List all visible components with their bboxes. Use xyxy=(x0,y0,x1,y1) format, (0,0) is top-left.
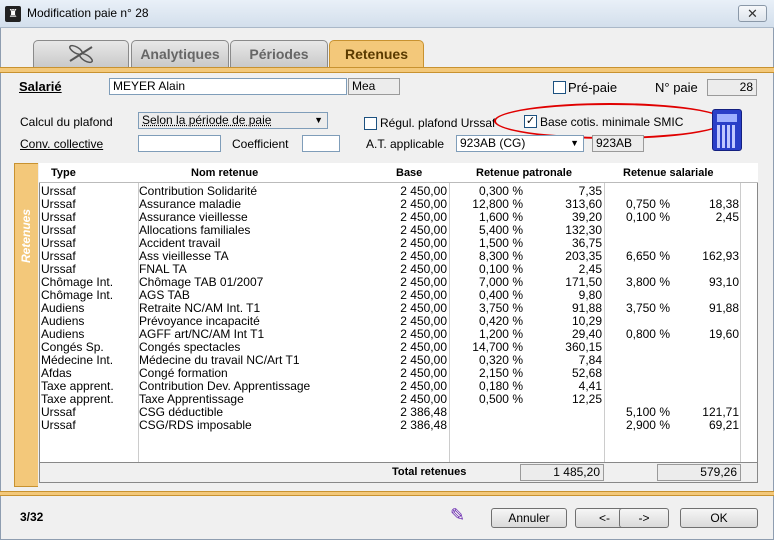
cell-amt1: 12,25 xyxy=(571,392,602,406)
salarie-name-field[interactable]: MEYER Alain xyxy=(109,78,347,95)
salarie-abbr-field: Mea xyxy=(348,78,400,95)
cancel-button[interactable]: Annuler xyxy=(491,508,567,528)
cell-nom: CSG/RDS imposable xyxy=(139,418,252,432)
at-value: 923AB (CG) xyxy=(460,136,526,150)
cell-amt2: 69,21 xyxy=(708,418,739,432)
cell-pct2: 0,100 % xyxy=(625,210,670,224)
header-salariale[interactable]: Retenue salariale xyxy=(623,167,714,179)
tab-main[interactable] xyxy=(33,40,129,67)
total-salariale: 579,26 xyxy=(657,464,741,481)
regul-checkbox[interactable] xyxy=(364,117,377,130)
tab-underline xyxy=(0,67,774,73)
table-row[interactable]: Urssaf CSG/RDS imposable 2 386,48 2,900 % 69… xyxy=(40,419,757,432)
cell-amt2: 162,93 xyxy=(702,249,739,263)
prepaie-checkbox[interactable] xyxy=(553,81,566,94)
cell-amt2: 93,10 xyxy=(708,275,739,289)
at-code-field: 923AB xyxy=(592,135,644,152)
coefficient-field[interactable] xyxy=(302,135,340,152)
cell-pct1: 0,500 % xyxy=(478,392,523,406)
cell-pct2: 3,800 % xyxy=(625,275,670,289)
calculator-icon[interactable] xyxy=(712,109,742,151)
npaie-field: 28 xyxy=(707,79,757,96)
chevron-down-icon: ▼ xyxy=(314,115,323,125)
cell-amt2: 19,60 xyxy=(708,327,739,341)
regul-label: Régul. plafond Urssaf xyxy=(380,116,496,130)
header-type[interactable]: Type xyxy=(51,167,76,179)
conv-collective-field[interactable] xyxy=(138,135,221,152)
plafond-value: Selon la période de paie xyxy=(142,113,272,127)
window-title: Modification paie n° 28 xyxy=(27,6,149,20)
close-button[interactable]: ✕ xyxy=(738,5,767,22)
cell-type: Urssaf xyxy=(41,418,76,432)
at-select[interactable]: 923AB (CG) ▼ xyxy=(456,135,584,152)
tab-periodes[interactable]: Périodes xyxy=(230,40,328,67)
next-button[interactable]: -> xyxy=(619,508,669,528)
cell-amt2: 91,88 xyxy=(708,301,739,315)
header-patronale[interactable]: Retenue patronale xyxy=(476,167,572,179)
tab-analytiques[interactable]: Analytiques xyxy=(131,40,229,67)
conv-collective-label[interactable]: Conv. collective xyxy=(20,137,103,151)
cell-base: 2 386,48 xyxy=(400,418,447,432)
npaie-label: N° paie xyxy=(655,80,698,95)
tab-retenues[interactable]: Retenues xyxy=(329,40,424,67)
at-label: A.T. applicable xyxy=(366,137,445,151)
coefficient-label: Coefficient xyxy=(232,137,289,151)
dragonfly-icon xyxy=(69,44,93,64)
highlight-ellipse xyxy=(494,103,726,139)
ok-button[interactable]: OK xyxy=(680,508,758,528)
header-base[interactable]: Base xyxy=(396,167,422,179)
table-body: Urssaf Contribution Solidarité 2 450,00 0,3… xyxy=(40,185,757,432)
side-tab-label: Retenues xyxy=(19,208,33,263)
pen-icon[interactable]: ✎ xyxy=(450,505,470,527)
chevron-down-icon: ▼ xyxy=(570,138,579,148)
salarie-label[interactable]: Salarié xyxy=(19,79,62,94)
cell-amt2: 2,45 xyxy=(715,210,739,224)
app-icon: ♜ xyxy=(5,6,21,22)
bottom-divider xyxy=(0,491,774,496)
plafond-select[interactable]: Selon la période de paie ▼ xyxy=(138,112,328,129)
record-counter: 3/32 xyxy=(20,510,44,524)
plafond-label: Calcul du plafond xyxy=(20,115,113,129)
total-patronale: 1 485,20 xyxy=(520,464,604,481)
prepaie-label: Pré-paie xyxy=(568,80,618,95)
cell-pct2: 2,900 % xyxy=(625,418,670,432)
cell-pct2: 3,750 % xyxy=(625,301,670,315)
total-label: Total retenues xyxy=(392,466,467,478)
table-header: Type Nom retenue Base Retenue patronale … xyxy=(39,163,758,183)
header-nom[interactable]: Nom retenue xyxy=(191,167,258,179)
cell-pct2: 0,800 % xyxy=(625,327,670,341)
cell-pct2: 6,650 % xyxy=(625,249,670,263)
